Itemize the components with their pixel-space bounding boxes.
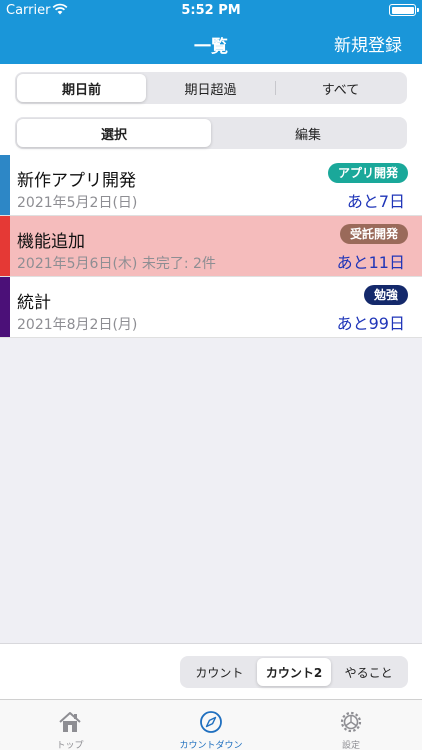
- category-badge: 受託開発: [339, 224, 408, 244]
- battery-icon: [389, 4, 419, 16]
- count-mode-area: カウント カウント2 やること: [0, 643, 422, 699]
- task-title: 統計: [17, 293, 51, 313]
- task-title: 機能追加: [17, 232, 85, 252]
- status-bar: Carrier 5:52 PM: [0, 0, 422, 20]
- task-date: 2021年5月2日(日): [17, 195, 138, 211]
- period-filter-before-due[interactable]: 期日前: [17, 74, 146, 102]
- filter-area: 期日前 期日超過 すべて 選択 編集: [0, 64, 422, 155]
- period-filter: 期日前 期日超過 すべて: [15, 72, 407, 104]
- tab-label: トップ: [56, 741, 84, 750]
- days-remaining: あと99日: [336, 314, 405, 333]
- compass-icon: [200, 711, 222, 733]
- task-row[interactable]: 新作アプリ開発 2021年5月2日(日) アプリ開発 あと7日: [0, 155, 422, 216]
- tab-label: カウントダウン: [179, 741, 243, 750]
- mode-select[interactable]: 選択: [17, 119, 211, 147]
- task-date: 2021年5月6日(木) 未完了: 2件: [17, 256, 216, 272]
- mode-edit[interactable]: 編集: [211, 119, 405, 147]
- category-color-bar: [0, 277, 10, 337]
- task-list: 新作アプリ開発 2021年5月2日(日) アプリ開発 あと7日 機能追加 202…: [0, 155, 422, 338]
- task-title: 新作アプリ開発: [17, 171, 136, 191]
- count-mode-count[interactable]: カウント: [182, 658, 257, 686]
- gear-icon: [340, 711, 362, 733]
- tab-label: 設定: [341, 741, 360, 750]
- house-icon: [59, 712, 81, 732]
- task-row[interactable]: 機能追加 2021年5月6日(木) 未完了: 2件 受託開発 あと11日: [0, 216, 422, 277]
- days-remaining: あと7日: [346, 192, 405, 211]
- task-row[interactable]: 統計 2021年8月2日(月) 勉強 あと99日: [0, 277, 422, 338]
- mode-toggle: 選択 編集: [15, 117, 407, 149]
- category-color-bar: [0, 216, 10, 276]
- tab-top[interactable]: トップ: [10, 700, 130, 750]
- tab-settings[interactable]: 設定: [291, 700, 411, 750]
- task-date: 2021年8月2日(月): [17, 317, 138, 333]
- count-mode-count2[interactable]: カウント2: [256, 658, 332, 686]
- navigation-header: Carrier 5:52 PM 一覧 新規登録: [0, 0, 422, 64]
- new-entry-button[interactable]: 新規登録: [334, 31, 402, 56]
- count-mode-todo[interactable]: やること: [331, 658, 406, 686]
- category-color-bar: [0, 155, 10, 215]
- tab-bar: トップ カウントダウン 設定: [0, 699, 422, 750]
- period-filter-all[interactable]: すべて: [276, 74, 405, 102]
- tab-countdown[interactable]: カウントダウン: [151, 700, 271, 750]
- days-remaining: あと11日: [336, 253, 405, 272]
- count-mode-toggle: カウント カウント2 やること: [180, 656, 408, 688]
- period-filter-overdue[interactable]: 期日超過: [146, 74, 275, 102]
- category-badge: 勉強: [363, 285, 408, 305]
- clock: 5:52 PM: [181, 3, 241, 18]
- category-badge: アプリ開発: [327, 163, 408, 183]
